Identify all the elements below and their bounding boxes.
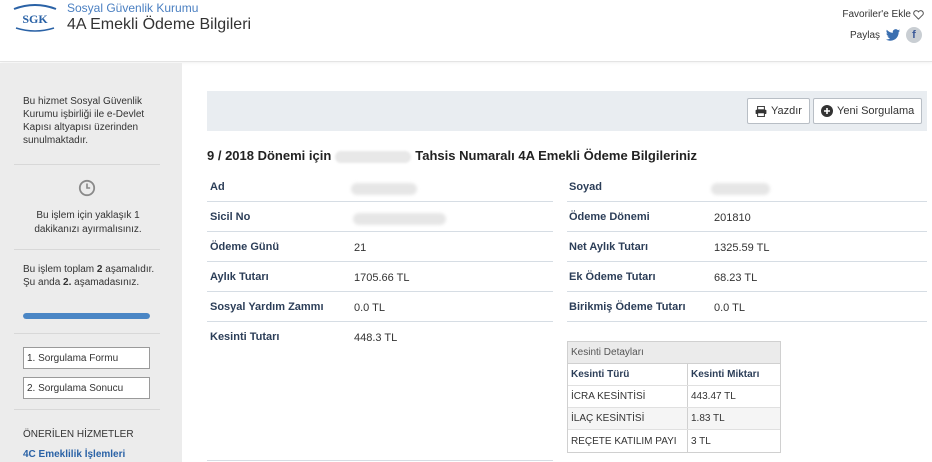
ad-label: Ad [210,181,225,193]
row-divider [567,261,927,262]
step-total-line: Bu işlem toplam 2 aşamalıdır. [23,264,155,275]
title-prefix: 9 / 2018 Dönemi için [207,148,332,163]
print-label: Yazdır [771,105,802,117]
step-current-line: Şu anda 2. aşamadasınız. [23,277,140,288]
header-kesinti-miktari: Kesinti Miktarı [691,369,760,380]
title-suffix: Tahsis Numaralı 4A Emekli Ödeme Bilgiler… [415,148,698,163]
row-divider [207,231,553,232]
share-bar: Paylaş f [850,27,922,43]
kesinti-turu-cell: İCRA KESİNTİSİ [568,386,688,407]
row-divider [567,201,927,202]
table-row: İLAÇ KESİNTİSİ 1.83 TL [568,408,780,430]
plus-circle-icon [821,105,833,117]
result-title: 9 / 2018 Dönemi için Tahsis Numaralı 4A E… [207,148,697,163]
net-aylik-value: 1325.59 TL [714,242,770,254]
kesinti-miktari-cell: 1.83 TL [691,413,725,424]
sosyal-yardim-value: 0.0 TL [354,302,385,314]
service-info-text: Bu hizmet Sosyal Güvenlik Kurumu işbirli… [23,96,145,146]
birikmis-odeme-value: 0.0 TL [714,302,745,314]
heart-icon [913,9,924,20]
row-divider [567,291,927,292]
net-aylik-label: Net Aylık Tutarı [569,241,649,253]
favorites-label: Favoriler'e Ekle [842,9,911,20]
twitter-icon[interactable] [885,27,901,43]
org-name: Sosyal Güvenlik Kurumu [67,1,199,15]
odeme-donemi-label: Ödeme Dönemi [569,211,650,223]
sidebar-divider [14,409,160,410]
table-header-row: Kesinti Türü Kesinti Miktarı [568,364,780,386]
new-query-button[interactable]: Yeni Sorgulama [813,98,923,124]
new-query-label: Yeni Sorgulama [837,105,915,117]
print-button[interactable]: Yazdır [747,98,810,124]
kesinti-miktari-cell: 443.47 TL [691,391,736,402]
odeme-donemi-value: 201810 [714,212,751,224]
row-divider [567,231,927,232]
sidebar-divider [14,333,160,334]
step-progress-fill [23,313,150,319]
kesinti-turu-cell: İLAÇ KESİNTİSİ [568,408,688,429]
step-button-sorgulama-sonucu[interactable]: 2. Sorgulama Sonucu [23,377,150,399]
recommended-heading: ÖNERİLEN HİZMETLER [23,429,134,440]
sidebar-divider [14,164,160,165]
step-progress-bar [23,313,150,319]
sicil-no-label: Sicil No [210,211,251,223]
soyad-value-redacted [711,183,770,195]
kesinti-details-table: Kesinti Detayları Kesinti Türü Kesinti M… [567,341,781,453]
page-title: 4A Emekli Ödeme Bilgileri [67,16,252,33]
sidebar-divider [14,249,160,250]
aylik-tutari-label: Aylık Tutarı [210,271,269,283]
row-divider [207,261,553,262]
row-divider [207,460,553,461]
printer-icon [755,105,767,117]
sgk-logo[interactable]: SGK [12,3,58,33]
result-toolbar: Yazdır Yeni Sorgulama [207,91,927,131]
facebook-icon[interactable]: f [906,27,922,43]
clock-icon [78,179,96,197]
ad-value-redacted [351,183,417,195]
row-divider [207,291,553,292]
row-divider [207,201,553,202]
kesinti-miktari-cell: 3 TL [691,435,711,447]
kesinti-tutari-label: Kesinti Tutarı [210,331,280,343]
row-divider [207,321,553,322]
recommended-link-4c[interactable]: 4C Emeklilik İşlemleri [23,449,125,460]
row-divider [567,321,927,322]
ek-odeme-label: Ek Ödeme Tutarı [569,271,656,283]
header-kesinti-turu: Kesinti Türü [568,364,688,385]
page-header: SGK Sosyal Güvenlik Kurumu 4A Emekli Öde… [0,0,932,62]
kesinti-tutari-value: 448.3 TL [354,332,398,344]
step-info: Bu işlem toplam 2 aşamalıdır. Şu anda 2.… [23,263,163,289]
svg-text:SGK: SGK [22,12,48,26]
soyad-label: Soyad [569,181,603,193]
step-button-sorgulama-formu[interactable]: 1. Sorgulama Formu [23,347,150,369]
sidebar: Bu hizmet Sosyal Güvenlik Kurumu işbirli… [0,63,182,462]
table-row: REÇETE KATILIM PAYI 3 TL [568,430,780,452]
ek-odeme-value: 68.23 TL [714,272,758,284]
kesinti-table-caption: Kesinti Detayları [568,342,780,364]
kesinti-turu-cell: REÇETE KATILIM PAYI [568,430,688,452]
birikmis-odeme-label: Birikmiş Ödeme Tutarı [569,301,686,313]
share-label: Paylaş [849,29,880,41]
sicil-no-value-redacted [353,213,446,225]
odeme-gunu-value: 21 [354,242,367,254]
duration-text: Bu işlem için yaklaşık 1 dakikanızı ayır… [34,210,142,235]
table-row: İCRA KESİNTİSİ 443.47 TL [568,386,780,408]
redacted-tahsis-no [335,150,412,163]
favorites-link[interactable]: Favoriler'e Ekle [842,9,924,20]
odeme-gunu-label: Ödeme Günü [210,241,280,253]
aylik-tutari-value: 1705.66 TL [354,272,410,284]
sosyal-yardim-label: Sosyal Yardım Zammı [210,301,324,313]
